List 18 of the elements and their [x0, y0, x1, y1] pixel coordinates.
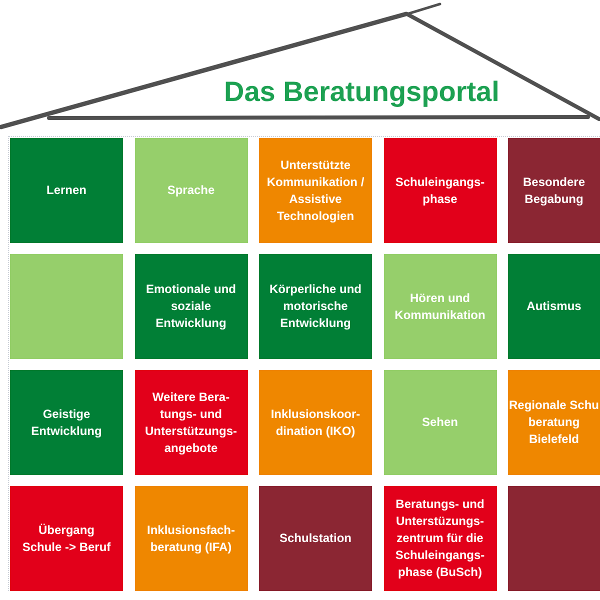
topic-tile[interactable]: Schuleingangs- phase	[384, 138, 496, 243]
topic-tile[interactable]: Inklusionsfach- beratung (IFA)	[134, 486, 248, 591]
topic-tile[interactable]: Beratungs- und Unterstüzungs- zentrum für die Schuleingangs- phase (BuSch)	[384, 486, 496, 591]
topic-tile[interactable]: Autismus	[508, 254, 600, 359]
topic-tile[interactable]: Körperliche und motorische Entwicklung	[259, 254, 372, 359]
portal-title: Das Beratungsportal	[224, 77, 500, 107]
topic-tile[interactable]: Besondere Begabung	[508, 138, 600, 243]
topic-tile[interactable]: Geistige Entwicklung	[10, 370, 123, 475]
topic-tile[interactable]: Schulstation	[259, 486, 372, 591]
topic-tile[interactable]: Inklusionskoor- dination (IKO)	[259, 370, 372, 475]
topic-tile[interactable]: Weitere Bera- tungs- und Unterstützungs- angebote	[134, 370, 248, 475]
topic-tile[interactable]: Unterstützte Kommunikation / Assistive Technologien	[259, 138, 372, 243]
topic-tile[interactable]	[10, 254, 123, 359]
topic-tile[interactable]: Lernen	[10, 138, 123, 243]
topic-tile[interactable]: Regionale Schu beratung Bielefeld	[508, 370, 600, 475]
topic-tile[interactable]	[508, 486, 600, 591]
topic-tile[interactable]: Übergang Schule -> Beruf	[10, 486, 123, 591]
topic-tile[interactable]: Emotionale und soziale Entwicklung	[134, 254, 248, 359]
